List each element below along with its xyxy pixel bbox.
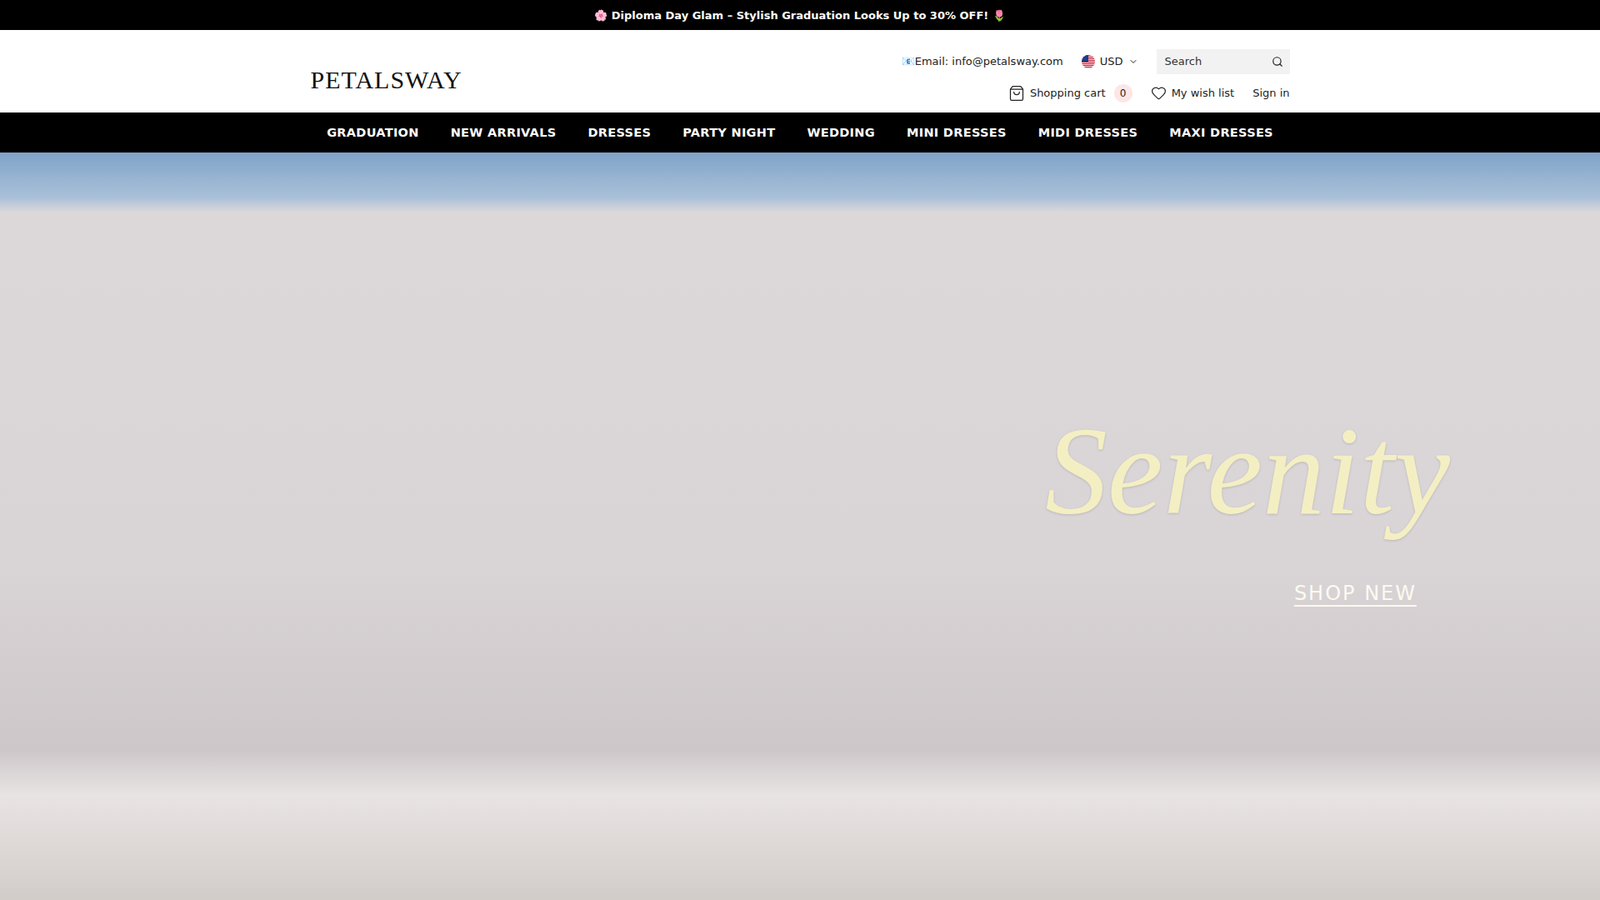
nav-link[interactable]: WEDDING	[806, 125, 875, 140]
sign-in-link[interactable]: Sign in	[1252, 86, 1290, 100]
header: PETALSWAY 📧Email: info@petalsway.com USD Sh…	[0, 30, 1600, 113]
main-nav: GRADUATION NEW ARRIVALS DRESSES PARTY NIGHT…	[0, 112, 1600, 153]
nav-link[interactable]: MIDI DRESSES	[1038, 125, 1139, 140]
currency-selector[interactable]: USD	[1081, 55, 1139, 69]
logo[interactable]: PETALSWAY	[310, 57, 463, 95]
search-input[interactable]	[1163, 54, 1269, 69]
shopping-bag-icon	[1008, 85, 1025, 102]
wishlist-link[interactable]: My wish list	[1150, 85, 1235, 101]
page: 🌸 Diploma Day Glam – Stylish Graduation …	[0, 0, 1600, 900]
shopping-cart[interactable]: Shopping cart0	[1008, 84, 1133, 103]
nav-link[interactable]: PARTY NIGHT	[682, 125, 775, 140]
chevron-down-icon	[1128, 56, 1139, 67]
heart-icon	[1150, 85, 1167, 101]
nav-link[interactable]: GRADUATION	[326, 125, 420, 140]
nav-link[interactable]: NEW ARRIVALS	[450, 125, 557, 140]
hero-banner[interactable]: Serenity SHOP NEW	[0, 152, 1600, 900]
shop-new-button[interactable]: SHOP NEW	[1294, 581, 1417, 605]
email-link[interactable]: 📧Email: info@petalsway.com	[901, 55, 1064, 68]
nav-link[interactable]: DRESSES	[587, 125, 651, 140]
us-flag-icon	[1081, 55, 1095, 69]
search-icon[interactable]	[1271, 55, 1284, 68]
nav-link[interactable]: MAXI DRESSES	[1169, 125, 1274, 140]
announcement-bar: 🌸 Diploma Day Glam – Stylish Graduation …	[0, 0, 1600, 30]
hero-title: Serenity	[1028, 402, 1467, 540]
nav-link[interactable]: MINI DRESSES	[906, 125, 1007, 140]
search-box	[1156, 49, 1290, 75]
cart-count-badge: 0	[1114, 84, 1133, 103]
